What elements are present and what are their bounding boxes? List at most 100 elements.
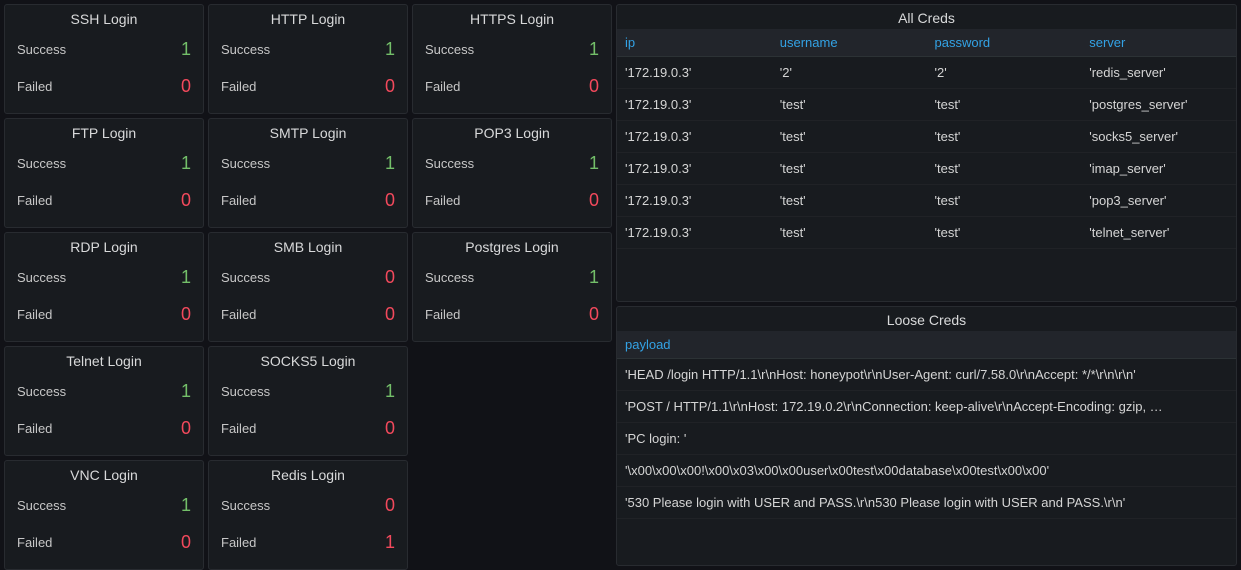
table-cell: '172.19.0.3'	[617, 89, 772, 121]
login-stat-panel[interactable]: RDP LoginSuccess1Failed0	[4, 232, 204, 342]
failed-value: 0	[385, 418, 395, 439]
login-stat-panel[interactable]: SSH LoginSuccess1Failed0	[4, 4, 204, 114]
panel-title: VNC Login	[5, 461, 203, 487]
panel-title: POP3 Login	[413, 119, 611, 145]
all-creds-scroll[interactable]: ipusernamepasswordserver '172.19.0.3''2'…	[617, 29, 1236, 301]
failed-row: Failed0	[5, 182, 203, 219]
panel-title: HTTP Login	[209, 5, 407, 31]
table-cell: '172.19.0.3'	[617, 217, 772, 249]
failed-label: Failed	[425, 79, 460, 94]
right-column: All Creds ipusernamepasswordserver '172.…	[616, 4, 1237, 566]
failed-label: Failed	[221, 535, 256, 550]
loose-creds-table: payload 'HEAD /login HTTP/1.1\r\nHost: h…	[617, 331, 1236, 519]
login-stat-panel[interactable]: SMB LoginSuccess0Failed0	[208, 232, 408, 342]
table-cell: 'PC login: '	[617, 423, 1236, 455]
login-stat-panel[interactable]: POP3 LoginSuccess1Failed0	[412, 118, 612, 228]
login-stat-panel[interactable]: Postgres LoginSuccess1Failed0	[412, 232, 612, 342]
success-row: Success1	[413, 145, 611, 182]
success-value: 1	[181, 39, 191, 60]
failed-row: Failed0	[5, 410, 203, 447]
success-value: 1	[181, 153, 191, 174]
failed-value: 0	[589, 304, 599, 325]
column-header[interactable]: username	[772, 29, 927, 57]
failed-row: Failed 0	[209, 296, 407, 333]
loose-creds-scroll[interactable]: payload 'HEAD /login HTTP/1.1\r\nHost: h…	[617, 331, 1236, 565]
panel-title: Telnet Login	[5, 347, 203, 373]
failed-value: 0	[589, 190, 599, 211]
failed-label: Failed	[17, 307, 52, 322]
login-stat-panel[interactable]: Redis LoginSuccess0Failed1	[208, 460, 408, 570]
table-row[interactable]: '172.19.0.3''test''test''telnet_server'	[617, 217, 1236, 249]
success-row: Success 1	[5, 31, 203, 68]
table-row[interactable]: 'HEAD /login HTTP/1.1\r\nHost: honeypot\…	[617, 359, 1236, 391]
table-cell: 'test'	[927, 121, 1082, 153]
table-cell: 'test'	[927, 89, 1082, 121]
table-cell: '2'	[927, 57, 1082, 89]
failed-row: Failed0	[413, 182, 611, 219]
table-cell: 'POST / HTTP/1.1\r\nHost: 172.19.0.2\r\n…	[617, 391, 1236, 423]
table-cell: 'test'	[927, 185, 1082, 217]
success-value: 1	[181, 495, 191, 516]
success-label: Success	[17, 156, 66, 171]
failed-value: 0	[181, 304, 191, 325]
failed-value: 0	[385, 76, 395, 97]
failed-row: Failed0	[5, 68, 203, 105]
success-value: 1	[385, 153, 395, 174]
success-row: Success0	[209, 259, 407, 296]
success-label: Success	[17, 42, 66, 57]
all-creds-table: ipusernamepasswordserver '172.19.0.3''2'…	[617, 29, 1236, 249]
column-header[interactable]: ip	[617, 29, 772, 57]
table-row[interactable]: '172.19.0.3''test''test''socks5_server'	[617, 121, 1236, 153]
failed-row: Failed0	[209, 182, 407, 219]
failed-row: Failed0	[5, 524, 203, 561]
table-cell: 'test'	[772, 185, 927, 217]
column-header[interactable]: payload	[617, 331, 1236, 359]
failed-value: 0	[181, 418, 191, 439]
table-row[interactable]: '530 Please login with USER and PASS.\r\…	[617, 487, 1236, 519]
success-row: Success1	[209, 373, 407, 410]
table-row[interactable]: '172.19.0.3''test''test''pop3_server'	[617, 185, 1236, 217]
failed-value: 0	[181, 532, 191, 553]
success-value: 1	[589, 153, 599, 174]
success-value: 1	[181, 267, 191, 288]
success-value: 1	[589, 39, 599, 60]
success-label: Success	[221, 270, 270, 285]
failed-value: 0	[385, 304, 395, 325]
success-value: 1	[181, 381, 191, 402]
success-row: Success0	[209, 487, 407, 524]
success-label: Success	[17, 498, 66, 513]
failed-row: Failed 0	[209, 68, 407, 105]
panel-title: Redis Login	[209, 461, 407, 487]
table-row[interactable]: '172.19.0.3''2''2''redis_server'	[617, 57, 1236, 89]
table-cell: 'HEAD /login HTTP/1.1\r\nHost: honeypot\…	[617, 359, 1236, 391]
failed-value: 0	[385, 190, 395, 211]
login-stat-panel[interactable]: SMTP LoginSuccess1Failed0	[208, 118, 408, 228]
table-row[interactable]: 'PC login: '	[617, 423, 1236, 455]
table-cell: 'telnet_server'	[1081, 217, 1236, 249]
login-stat-panel[interactable]: HTTPS LoginSuccess1Failed0	[412, 4, 612, 114]
loose-creds-panel: Loose Creds payload 'HEAD /login HTTP/1.…	[616, 306, 1237, 566]
failed-row: Failed0	[413, 296, 611, 333]
table-cell: '172.19.0.3'	[617, 153, 772, 185]
success-row: Success 1	[5, 487, 203, 524]
column-header[interactable]: server	[1081, 29, 1236, 57]
login-stat-panel[interactable]: FTP LoginSuccess1Failed0	[4, 118, 204, 228]
login-stat-panel[interactable]: SOCKS5 LoginSuccess1Failed0	[208, 346, 408, 456]
table-cell: 'postgres_server'	[1081, 89, 1236, 121]
table-row[interactable]: '\x00\x00\x00!\x00\x03\x00\x00user\x00te…	[617, 455, 1236, 487]
table-cell: 'pop3_server'	[1081, 185, 1236, 217]
login-stat-panel[interactable]: Telnet LoginSuccess1Failed0	[4, 346, 204, 456]
table-row[interactable]: 'POST / HTTP/1.1\r\nHost: 172.19.0.2\r\n…	[617, 391, 1236, 423]
success-label: Success	[17, 270, 66, 285]
login-stat-panel[interactable]: VNC Login Success 1 Failed0	[4, 460, 204, 570]
success-value: 1	[385, 39, 395, 60]
login-panels-grid: SSH LoginSuccess1Failed0HTTP LoginSucces…	[4, 4, 612, 566]
table-row[interactable]: '172.19.0.3''test''test''postgres_server…	[617, 89, 1236, 121]
failed-label: Failed	[221, 307, 256, 322]
table-cell: '2'	[772, 57, 927, 89]
failed-label: Failed	[221, 421, 256, 436]
login-stat-panel[interactable]: HTTP LoginSuccess1Failed0	[208, 4, 408, 114]
table-row[interactable]: '172.19.0.3''test''test''imap_server'	[617, 153, 1236, 185]
failed-label: Failed	[221, 79, 256, 94]
column-header[interactable]: password	[927, 29, 1082, 57]
